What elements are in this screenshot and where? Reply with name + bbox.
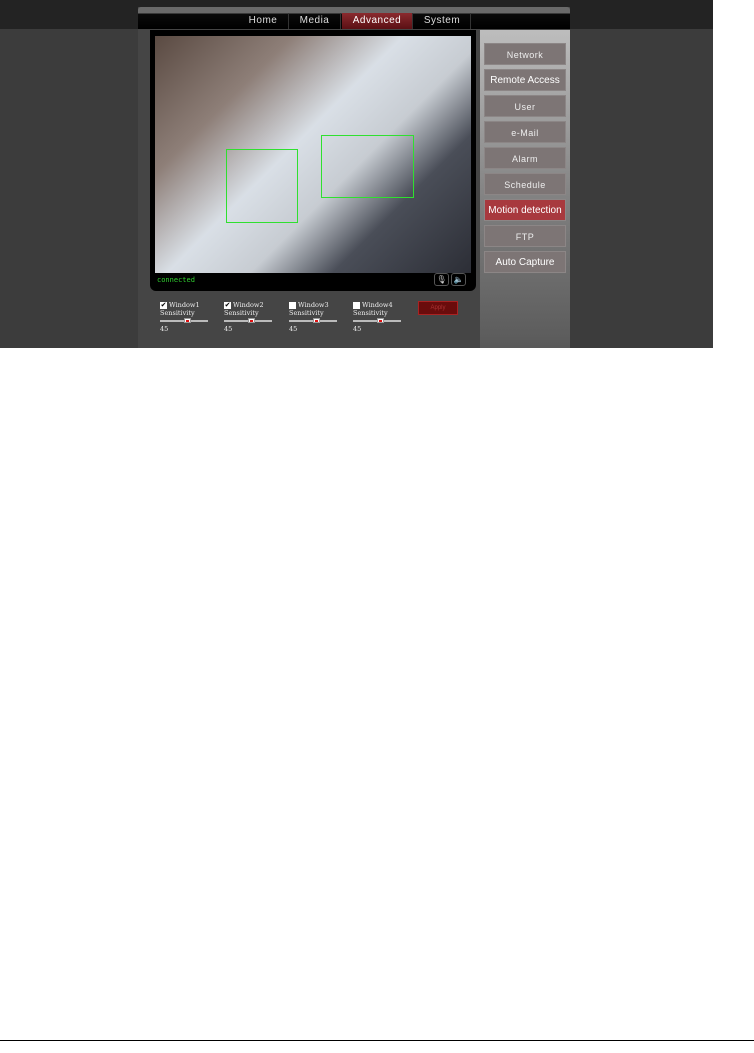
window4-checkbox[interactable] <box>353 301 360 309</box>
main-panel: Home Media Advanced System connected 🎙 🔈… <box>138 7 570 348</box>
connection-status: connected <box>157 276 195 284</box>
window1-checkbox[interactable]: ✔ <box>160 301 167 309</box>
sensitivity-label: Sensitivity <box>289 309 324 317</box>
sidebar-item-email[interactable]: e-Mail <box>484 121 566 143</box>
motion-window-4: Window4 Sensitivity 45 <box>353 301 413 333</box>
nav-advanced[interactable]: Advanced <box>342 13 413 29</box>
sensitivity-slider[interactable] <box>289 318 337 323</box>
sidebar-item-schedule[interactable]: Schedule <box>484 173 566 195</box>
nav-system[interactable]: System <box>414 13 471 29</box>
window-label: Window2 <box>233 301 264 309</box>
motion-zone-2[interactable] <box>321 135 414 198</box>
sidebar-item-ftp[interactable]: FTP <box>484 225 566 247</box>
sensitivity-value: 45 <box>160 325 169 333</box>
motion-window-1: ✔ Window1 Sensitivity 45 <box>160 301 220 333</box>
nav-home[interactable]: Home <box>238 13 289 29</box>
sensitivity-label: Sensitivity <box>224 309 259 317</box>
top-nav: Home Media Advanced System <box>138 7 570 29</box>
motion-window-2: ✔ Window2 Sensitivity 45 <box>224 301 284 333</box>
window2-checkbox[interactable]: ✔ <box>224 301 231 309</box>
sensitivity-label: Sensitivity <box>353 309 388 317</box>
sidebar-item-user[interactable]: User <box>484 95 566 117</box>
mute-speaker-icon[interactable]: 🔈 <box>451 273 466 286</box>
camera-web-ui: Home Media Advanced System connected 🎙 🔈… <box>0 0 713 348</box>
sensitivity-value: 45 <box>224 325 233 333</box>
sensitivity-slider[interactable] <box>224 318 272 323</box>
live-video <box>155 36 471 273</box>
slider-thumb[interactable] <box>377 318 384 323</box>
sidebar-item-network[interactable]: Network <box>484 43 566 65</box>
slider-thumb[interactable] <box>184 318 191 323</box>
page-divider <box>0 1040 754 1041</box>
slider-thumb[interactable] <box>248 318 255 323</box>
slider-thumb[interactable] <box>313 318 320 323</box>
video-frame: connected 🎙 🔈 <box>150 30 476 291</box>
sensitivity-label: Sensitivity <box>160 309 195 317</box>
window-label: Window4 <box>362 301 393 309</box>
sidebar-item-alarm[interactable]: Alarm <box>484 147 566 169</box>
sensitivity-value: 45 <box>353 325 362 333</box>
motion-zone-1[interactable] <box>226 149 298 223</box>
sensitivity-slider[interactable] <box>160 318 208 323</box>
microphone-icon[interactable]: 🎙 <box>434 273 449 286</box>
sidebar-item-motion-detection[interactable]: Motion detection <box>484 199 566 221</box>
window-label: Window3 <box>298 301 329 309</box>
sidebar-item-auto-capture[interactable]: Auto Capture <box>484 251 566 273</box>
sidebar-item-remote-access[interactable]: Remote Access <box>484 69 566 91</box>
nav-media[interactable]: Media <box>289 13 341 29</box>
apply-button[interactable]: Apply <box>418 301 458 315</box>
sidebar: Network Remote Access User e-Mail Alarm … <box>480 30 570 348</box>
sensitivity-slider[interactable] <box>353 318 401 323</box>
motion-window-3: Window3 Sensitivity 45 <box>289 301 349 333</box>
window3-checkbox[interactable] <box>289 301 296 309</box>
window-label: Window1 <box>169 301 200 309</box>
sensitivity-value: 45 <box>289 325 298 333</box>
